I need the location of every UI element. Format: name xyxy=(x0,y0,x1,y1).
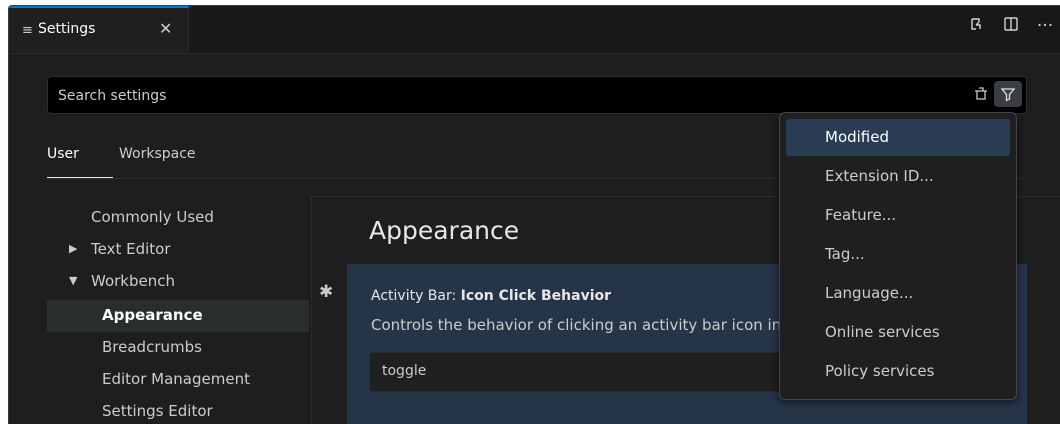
layout-icon[interactable] xyxy=(1001,16,1021,37)
toc-item-commonly-used[interactable]: Commonly Used xyxy=(47,202,309,234)
menu-item-label: Policy services xyxy=(825,362,935,380)
toc-item-label: Text Editor xyxy=(91,240,171,258)
more-icon[interactable]: ··· xyxy=(1035,16,1055,37)
settings-window: ≡ Settings ✕ ··· User Workspace xyxy=(8,5,1060,424)
tab-workspace[interactable]: Workspace xyxy=(119,146,196,162)
menu-item-policy-services[interactable]: Policy services xyxy=(786,353,1010,390)
search-box xyxy=(47,76,1027,115)
menu-item-online-services[interactable]: Online services xyxy=(786,314,1010,351)
toc-divider xyxy=(311,196,312,424)
tab-bar: ≡ Settings ✕ ··· xyxy=(9,6,1060,54)
toc-item-label: Settings Editor xyxy=(102,402,213,420)
toc-item-workbench[interactable]: ▼ Workbench xyxy=(47,266,309,298)
chevron-down-icon: ▼ xyxy=(69,274,78,287)
toc-item-editor-management[interactable]: Editor Management xyxy=(47,364,309,396)
toc-item-label: Appearance xyxy=(102,306,203,324)
toc-item-label: Breadcrumbs xyxy=(102,338,202,356)
tab-label: Settings xyxy=(38,21,96,37)
setting-category: Activity Bar: xyxy=(371,288,461,304)
search-input[interactable] xyxy=(48,77,940,115)
toc-item-label: Workbench xyxy=(91,272,175,290)
section-title: Appearance xyxy=(369,216,520,245)
menu-item-label: Modified xyxy=(825,128,890,146)
toc-item-settings-editor[interactable]: Settings Editor xyxy=(47,396,309,424)
menu-item-modified[interactable]: Modified xyxy=(786,119,1010,156)
toc-item-text-editor[interactable]: ▶ Text Editor xyxy=(47,234,309,266)
menu-item-label: Online services xyxy=(825,323,940,341)
close-icon[interactable]: ✕ xyxy=(159,19,172,38)
setting-description: Controls the behavior of clicking an act… xyxy=(371,316,781,334)
tab-user[interactable]: User xyxy=(47,146,79,162)
tab-settings[interactable]: ≡ Settings ✕ xyxy=(9,6,189,53)
menu-item-label: Tag... xyxy=(825,245,865,263)
toc-item-label: Commonly Used xyxy=(91,208,214,226)
menu-item-label: Language... xyxy=(825,284,914,302)
setting-dropdown[interactable]: toggle xyxy=(369,352,839,392)
clear-filter-icon[interactable] xyxy=(973,85,989,105)
filter-menu: Modified Extension ID... Feature... Tag.… xyxy=(779,112,1017,400)
split-editor-icon[interactable] xyxy=(967,16,987,37)
menu-item-extension-id[interactable]: Extension ID... xyxy=(786,158,1010,195)
filter-icon[interactable] xyxy=(994,81,1022,107)
editor-actions: ··· xyxy=(967,16,1055,37)
menu-item-feature[interactable]: Feature... xyxy=(786,197,1010,234)
toc-item-breadcrumbs[interactable]: Breadcrumbs xyxy=(47,332,309,364)
toc-item-appearance[interactable]: Appearance xyxy=(47,300,309,332)
settings-lines-icon: ≡ xyxy=(22,23,33,38)
menu-item-label: Feature... xyxy=(825,206,896,224)
gear-icon[interactable]: ✱ xyxy=(319,282,333,302)
setting-value: toggle xyxy=(382,363,427,379)
menu-item-language[interactable]: Language... xyxy=(786,275,1010,312)
menu-item-tag[interactable]: Tag... xyxy=(786,236,1010,273)
setting-title: Activity Bar: Icon Click Behavior xyxy=(371,288,611,304)
toc-item-label: Editor Management xyxy=(102,370,250,388)
menu-item-label: Extension ID... xyxy=(825,167,934,185)
chevron-right-icon: ▶ xyxy=(69,242,78,255)
setting-name: Icon Click Behavior xyxy=(460,288,612,304)
